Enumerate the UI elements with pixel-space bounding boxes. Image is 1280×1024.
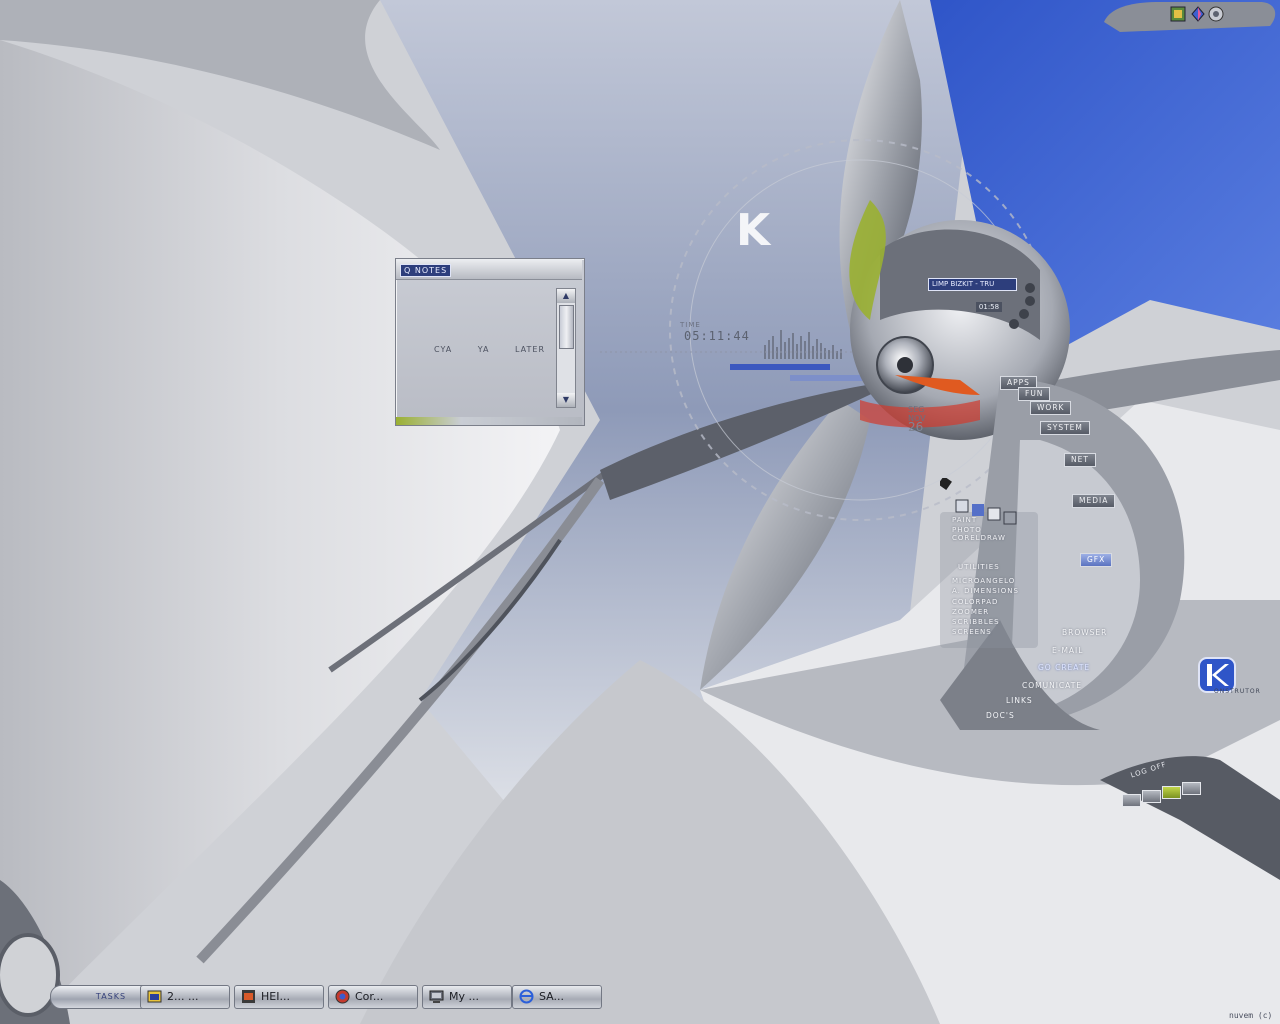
taskbar: TASKS 2... ... HEI... Cor... My ... SA..…	[44, 982, 604, 1010]
app-colorpad[interactable]: COLORPAD	[952, 598, 998, 606]
app-coreldraw[interactable]: CORELDRAW	[952, 534, 1006, 542]
wallpaper-credit: nuvem (c)	[1229, 1011, 1273, 1020]
menu-fun[interactable]: FUN	[1018, 387, 1051, 401]
weekday: SEG	[908, 405, 925, 414]
notes-scrollbar[interactable]: ▲ ▼	[556, 288, 576, 408]
link-comunicate[interactable]: COMUNICATE	[1022, 681, 1082, 690]
stop-button-icon[interactable]	[1025, 296, 1035, 306]
task-label: My ...	[449, 990, 479, 1003]
gem-icon[interactable]	[1190, 6, 1206, 22]
time-label: TIME	[680, 321, 701, 329]
notes-title: Q NOTES	[400, 264, 452, 277]
link-docs[interactable]: DOC'S	[986, 711, 1015, 720]
section-utilities: UTILITIES	[958, 563, 1000, 571]
task-item-browser[interactable]: SA...	[512, 985, 602, 1009]
task-item-media[interactable]: HEI...	[234, 985, 324, 1009]
desktop-wallpaper	[0, 0, 1280, 1024]
logoff-slot-3[interactable]	[1162, 786, 1181, 799]
link-go-create[interactable]: GO CREATE	[1038, 663, 1090, 672]
folder-icon	[147, 990, 162, 1003]
prev-button-icon[interactable]	[1009, 319, 1019, 329]
app-icon-1[interactable]	[940, 478, 952, 490]
browser-icon	[519, 989, 534, 1004]
app-scribbles[interactable]: SCRIBBLES	[952, 618, 1000, 626]
gfx-app-list: PAINT PHOTO CORELDRAW UTILITIES MICROANG…	[940, 512, 1038, 648]
corel-icon	[335, 989, 350, 1004]
clock-time: 05:11:44	[684, 329, 750, 343]
app-icon-5[interactable]	[1003, 511, 1017, 525]
scroll-down-button[interactable]: ▼	[557, 393, 575, 407]
notes-titlebar[interactable]: Q NOTES	[396, 259, 582, 280]
next-button-icon[interactable]	[1019, 309, 1029, 319]
scroll-up-button[interactable]: ▲	[557, 289, 575, 303]
task-item-corel[interactable]: Cor...	[328, 985, 418, 1009]
link-links[interactable]: LINKS	[1006, 696, 1033, 705]
app-screens[interactable]: SCREENS	[952, 628, 992, 636]
link-email[interactable]: E-MAIL	[1052, 646, 1083, 655]
system-tray	[1104, 0, 1280, 32]
task-item-folder[interactable]: 2... ...	[140, 985, 230, 1009]
app-icon-3[interactable]	[972, 504, 984, 516]
menu-work[interactable]: WORK	[1030, 401, 1072, 415]
logoff-slot-1[interactable]	[1122, 794, 1141, 807]
app-icon-4[interactable]	[987, 507, 1001, 521]
konstrutor-label: ONSTRUTOR	[1214, 688, 1261, 695]
task-label: SA...	[539, 990, 565, 1003]
app-a-dimensions[interactable]: A. DIMENSIONS	[952, 587, 1019, 595]
logoff-slot-4[interactable]	[1182, 782, 1201, 795]
date-display: SEG NOV 26	[908, 405, 926, 434]
task-item-computer[interactable]: My ...	[422, 985, 512, 1009]
logoff-slot-2[interactable]	[1142, 790, 1161, 803]
task-label: Cor...	[355, 990, 384, 1003]
k-logo: K	[736, 205, 771, 256]
media-icon	[242, 990, 255, 1003]
task-label: 2... ...	[167, 990, 199, 1003]
quick-launch-icons[interactable]	[940, 478, 1030, 528]
network-icon[interactable]	[1170, 6, 1186, 22]
notes-text[interactable]: CYA YA LATER	[434, 345, 549, 354]
app-zoomer[interactable]: ZOOMER	[952, 608, 989, 616]
menu-gfx[interactable]: GFX	[1080, 553, 1113, 567]
day: 26	[908, 420, 924, 434]
computer-icon	[429, 990, 444, 1003]
scroll-thumb[interactable]	[559, 305, 574, 349]
app-icon-2[interactable]	[955, 499, 969, 513]
task-label: HEI...	[261, 990, 290, 1003]
play-button-icon[interactable]	[1025, 283, 1035, 293]
app-microangelo[interactable]: MICROANGELO	[952, 577, 1015, 585]
player-controls[interactable]	[1000, 280, 1044, 340]
menu-system[interactable]: SYSTEM	[1040, 421, 1090, 435]
player-elapsed: 01:58	[976, 302, 1002, 312]
menu-media[interactable]: MEDIA	[1072, 494, 1116, 508]
volume-knob-icon[interactable]	[1208, 6, 1224, 22]
link-browser[interactable]: BROWSER	[1062, 628, 1107, 637]
menu-net[interactable]: NET	[1064, 453, 1096, 467]
notes-footer	[396, 417, 582, 425]
